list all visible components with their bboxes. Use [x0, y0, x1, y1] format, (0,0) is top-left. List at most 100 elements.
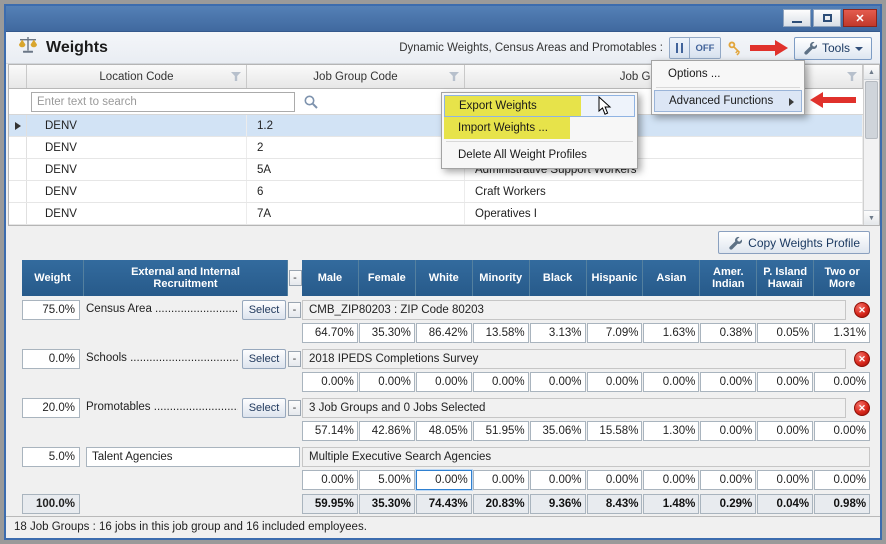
weight-input[interactable]	[22, 398, 80, 418]
collapse-all-button[interactable]: -	[288, 270, 302, 286]
percent-input[interactable]	[586, 323, 643, 343]
tools-button[interactable]: Tools	[793, 36, 872, 60]
column-header-location-code[interactable]: Location Code	[27, 65, 247, 88]
percent-input[interactable]	[757, 372, 814, 392]
percent-input[interactable]	[757, 421, 814, 441]
percent-input[interactable]	[700, 323, 757, 343]
collapse-button[interactable]: -	[288, 302, 301, 318]
weight-source-row: Multiple Executive Search Agencies	[22, 447, 870, 467]
search-input[interactable]	[31, 91, 295, 112]
menu-item-options[interactable]: Options ...	[654, 63, 802, 85]
percent-input[interactable]	[586, 470, 643, 490]
cell-job-group-code[interactable]: 1.2	[247, 115, 465, 136]
percent-input[interactable]	[472, 372, 529, 392]
remove-source-button[interactable]: ✕	[854, 302, 870, 318]
percent-input[interactable]	[700, 470, 757, 490]
cell-job-group-code[interactable]: 6	[247, 181, 465, 202]
cell-job-group-code[interactable]: 5A	[247, 159, 465, 180]
percent-input[interactable]	[814, 470, 871, 490]
table-row[interactable]: DENV 5A Administrative Support Workers	[9, 159, 863, 181]
percent-input[interactable]	[529, 421, 586, 441]
table-row[interactable]: DENV 6 Craft Workers	[9, 181, 863, 203]
percent-input[interactable]	[643, 372, 700, 392]
maximize-icon	[822, 14, 832, 22]
select-button[interactable]: Select	[242, 300, 286, 320]
percent-input[interactable]	[643, 421, 700, 441]
percent-input[interactable]	[586, 421, 643, 441]
source-name-input[interactable]	[86, 447, 300, 467]
menu-item-delete-all-weight-profiles[interactable]: Delete All Weight Profiles	[444, 144, 635, 166]
cell-job-group-name[interactable]: Craft Workers	[465, 181, 863, 202]
percent-input[interactable]	[415, 421, 472, 441]
collapse-button[interactable]: -	[288, 351, 301, 367]
scroll-down-icon[interactable]: ▼	[864, 210, 879, 225]
percent-input[interactable]	[529, 470, 586, 490]
percent-input[interactable]	[472, 323, 529, 343]
percent-input[interactable]	[302, 470, 358, 490]
filter-funnel-icon[interactable]	[231, 72, 241, 81]
menu-item-advanced-functions[interactable]: Advanced Functions	[654, 90, 802, 112]
cell-location[interactable]: DENV	[27, 203, 247, 224]
percent-input[interactable]	[302, 323, 358, 343]
weight-input[interactable]	[22, 349, 80, 369]
percent-input[interactable]	[358, 421, 415, 441]
filter-funnel-icon[interactable]	[449, 72, 459, 81]
collapse-button[interactable]: -	[288, 400, 301, 416]
percent-input[interactable]	[415, 323, 472, 343]
percent-input[interactable]	[529, 323, 586, 343]
filter-funnel-icon[interactable]	[847, 72, 857, 81]
percent-input[interactable]	[529, 372, 586, 392]
weight-input[interactable]	[22, 300, 80, 320]
percent-input[interactable]	[814, 421, 871, 441]
weight-values-row	[22, 372, 871, 392]
scrollbar-thumb[interactable]	[865, 81, 878, 139]
remove-source-button[interactable]: ✕	[854, 400, 870, 416]
percent-input[interactable]	[414, 469, 473, 491]
percent-input[interactable]	[757, 470, 814, 490]
total-percent: 0.04%	[757, 494, 814, 514]
toggle-on-segment[interactable]	[669, 38, 690, 58]
percent-input[interactable]	[586, 372, 643, 392]
percent-input[interactable]	[643, 323, 700, 343]
column-header-job-group-code[interactable]: Job Group Code	[247, 65, 465, 88]
percent-input[interactable]	[358, 323, 415, 343]
table-row[interactable]: DENV 2 Professionals	[9, 137, 863, 159]
vertical-scrollbar[interactable]: ▲ ▼	[863, 65, 879, 225]
percent-input[interactable]	[472, 470, 529, 490]
copy-weights-profile-button[interactable]: Copy Weights Profile	[718, 231, 870, 254]
cell-job-group-code[interactable]: 7A	[247, 203, 465, 224]
cell-location[interactable]: DENV	[27, 115, 247, 136]
cell-location[interactable]: DENV	[27, 159, 247, 180]
table-row[interactable]: DENV 1.2	[9, 115, 863, 137]
percent-input[interactable]	[472, 421, 529, 441]
percent-input[interactable]	[700, 421, 757, 441]
weights-table-header: Weight External and Internal Recruitment…	[22, 260, 871, 296]
maximize-button[interactable]	[813, 9, 841, 27]
weight-input[interactable]	[22, 447, 80, 467]
remove-source-button[interactable]: ✕	[854, 351, 870, 367]
percent-input[interactable]	[814, 323, 871, 343]
cell-location[interactable]: DENV	[27, 137, 247, 158]
percent-input[interactable]	[302, 421, 358, 441]
percent-input[interactable]	[358, 470, 415, 490]
percent-input[interactable]	[358, 372, 415, 392]
cell-location[interactable]: DENV	[27, 181, 247, 202]
percent-input[interactable]	[643, 470, 700, 490]
percent-input[interactable]	[415, 372, 472, 392]
key-icon[interactable]	[727, 40, 744, 57]
percent-input[interactable]	[302, 372, 358, 392]
toggle-off-segment[interactable]: OFF	[689, 38, 720, 58]
scroll-up-icon[interactable]: ▲	[864, 65, 879, 80]
cell-job-group-code[interactable]: 2	[247, 137, 465, 158]
scales-icon	[18, 36, 38, 59]
minimize-button[interactable]	[783, 9, 811, 27]
percent-input[interactable]	[700, 372, 757, 392]
close-button[interactable]: ✕	[843, 9, 877, 27]
cell-job-group-name[interactable]: Operatives I	[465, 203, 863, 224]
table-row[interactable]: DENV 7A Operatives I	[9, 203, 863, 225]
percent-input[interactable]	[757, 323, 814, 343]
search-icon[interactable]	[303, 94, 319, 110]
select-button[interactable]: Select	[242, 349, 286, 369]
percent-input[interactable]	[814, 372, 871, 392]
select-button[interactable]: Select	[242, 398, 286, 418]
